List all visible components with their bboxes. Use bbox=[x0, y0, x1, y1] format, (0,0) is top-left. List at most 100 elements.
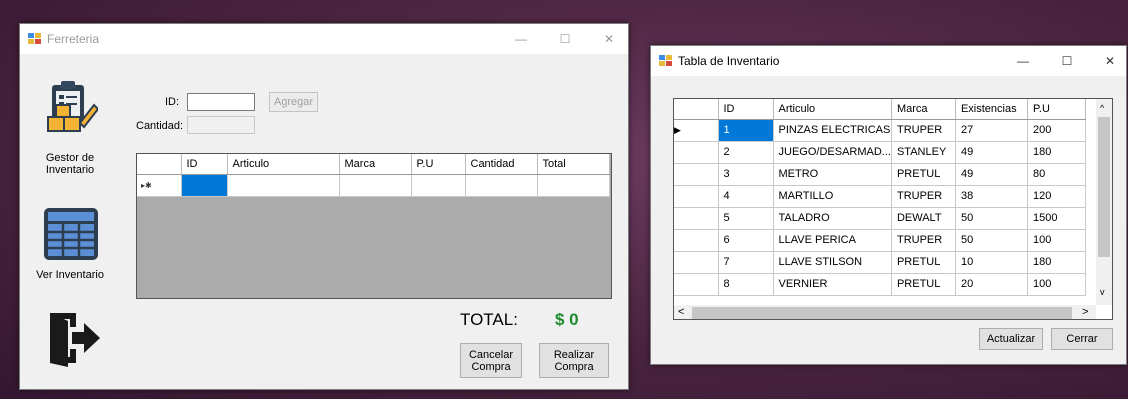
close-button[interactable]: ✕ bbox=[1087, 46, 1128, 76]
inventory-cell-id[interactable]: 4 bbox=[718, 185, 774, 208]
inventory-cell-existencias[interactable]: 38 bbox=[955, 185, 1028, 208]
inventory-row[interactable]: 2 JUEGO/DESARMAD... STANLEY 49 180 bbox=[674, 141, 1086, 164]
cart-col-articulo[interactable]: Articulo bbox=[227, 154, 340, 175]
inventory-grid[interactable]: ID Articulo Marca Existencias P.U ▶ 1 PINZ… bbox=[673, 98, 1113, 320]
cart-new-row[interactable]: ▸✱ bbox=[137, 174, 610, 197]
inventory-cell-pu[interactable]: 180 bbox=[1027, 251, 1086, 274]
inventory-cell-existencias[interactable]: 20 bbox=[955, 273, 1028, 296]
inv-col-existencias[interactable]: Existencias bbox=[955, 99, 1028, 120]
inventory-row[interactable]: 7 LLAVE STILSON PRETUL 10 180 bbox=[674, 251, 1086, 274]
cart-cell-selected[interactable] bbox=[181, 174, 228, 197]
close-inventory-button[interactable]: Cerrar bbox=[1051, 328, 1113, 350]
horizontal-scrollbar[interactable]: < > bbox=[674, 305, 1096, 319]
inventory-cell-existencias[interactable]: 10 bbox=[955, 251, 1028, 274]
cancel-purchase-button[interactable]: Cancelar Compra bbox=[460, 343, 522, 378]
inventory-cell-articulo[interactable]: TALADRO bbox=[773, 207, 892, 230]
inventory-row[interactable]: 8 VERNIER PRETUL 20 100 bbox=[674, 273, 1086, 296]
scroll-left-arrow[interactable]: < bbox=[678, 306, 684, 318]
cart-grid[interactable]: ID Articulo Marca P.U Cantidad Total ▸✱ bbox=[136, 153, 612, 299]
inv-col-marca[interactable]: Marca bbox=[891, 99, 956, 120]
inv-col-id[interactable]: ID bbox=[718, 99, 774, 120]
maximize-button[interactable]: ☐ bbox=[542, 24, 588, 54]
inventory-cell-id[interactable]: 7 bbox=[718, 251, 774, 274]
scroll-thumb[interactable] bbox=[1098, 117, 1110, 257]
inventory-manager-button[interactable]: Gestor de Inventario bbox=[30, 79, 110, 176]
inventory-cell-id[interactable]: 5 bbox=[718, 207, 774, 230]
inventory-cell-pu[interactable]: 100 bbox=[1027, 273, 1086, 296]
vertical-scrollbar[interactable]: ^ v bbox=[1096, 99, 1112, 305]
inventory-cell-marca[interactable]: DEWALT bbox=[891, 207, 956, 230]
inventory-cell-pu[interactable]: 200 bbox=[1027, 119, 1086, 142]
inv-col-pu[interactable]: P.U bbox=[1027, 99, 1086, 120]
inventory-cell-id[interactable]: 3 bbox=[718, 163, 774, 186]
inventory-cell-articulo[interactable]: PINZAS ELECTRICAS bbox=[773, 119, 892, 142]
inventory-cell-articulo[interactable]: LLAVE STILSON bbox=[773, 251, 892, 274]
row-header[interactable] bbox=[674, 163, 719, 186]
row-header[interactable] bbox=[674, 273, 719, 296]
cart-cell[interactable] bbox=[411, 174, 466, 197]
inventory-cell-pu[interactable]: 100 bbox=[1027, 229, 1086, 252]
cart-col-total[interactable]: Total bbox=[537, 154, 610, 175]
inventory-cell-existencias[interactable]: 49 bbox=[955, 163, 1028, 186]
inventory-cell-id[interactable]: 8 bbox=[718, 273, 774, 296]
add-button[interactable]: Agregar bbox=[269, 92, 318, 112]
cart-cell[interactable] bbox=[339, 174, 412, 197]
row-header[interactable] bbox=[674, 251, 719, 274]
inventory-cell-id[interactable]: 1 bbox=[718, 119, 774, 142]
scroll-down-arrow[interactable]: v bbox=[1100, 287, 1105, 297]
inventory-cell-existencias[interactable]: 49 bbox=[955, 141, 1028, 164]
cart-cell[interactable] bbox=[537, 174, 610, 197]
row-header[interactable]: ▶ bbox=[674, 119, 719, 142]
row-header[interactable] bbox=[674, 141, 719, 164]
quantity-input[interactable] bbox=[187, 116, 255, 134]
inventory-cell-articulo[interactable]: LLAVE PERICA bbox=[773, 229, 892, 252]
inventory-cell-articulo[interactable]: JUEGO/DESARMAD... bbox=[773, 141, 892, 164]
row-header[interactable] bbox=[674, 207, 719, 230]
inventory-cell-marca[interactable]: TRUPER bbox=[891, 119, 956, 142]
minimize-button[interactable]: — bbox=[498, 24, 544, 54]
inventory-cell-existencias[interactable]: 50 bbox=[955, 207, 1028, 230]
inventory-cell-articulo[interactable]: METRO bbox=[773, 163, 892, 186]
cart-col-id[interactable]: ID bbox=[181, 154, 228, 175]
cart-cell[interactable] bbox=[465, 174, 538, 197]
inventory-cell-articulo[interactable]: MARTILLO bbox=[773, 185, 892, 208]
cart-col-pu[interactable]: P.U bbox=[411, 154, 466, 175]
maximize-button[interactable]: ☐ bbox=[1044, 46, 1090, 76]
row-header[interactable] bbox=[674, 229, 719, 252]
inventory-row[interactable]: ▶ 1 PINZAS ELECTRICAS TRUPER 27 200 bbox=[674, 119, 1086, 142]
exit-door-icon[interactable] bbox=[46, 309, 102, 367]
inventory-row[interactable]: 6 LLAVE PERICA TRUPER 50 100 bbox=[674, 229, 1086, 252]
inventory-cell-existencias[interactable]: 50 bbox=[955, 229, 1028, 252]
cart-cell[interactable] bbox=[227, 174, 340, 197]
id-input[interactable] bbox=[187, 93, 255, 111]
inventory-cell-existencias[interactable]: 27 bbox=[955, 119, 1028, 142]
inventory-cell-marca[interactable]: TRUPER bbox=[891, 229, 956, 252]
checkout-button[interactable]: Realizar Compra bbox=[539, 343, 609, 378]
inventory-cell-marca[interactable]: PRETUL bbox=[891, 251, 956, 274]
inventory-cell-pu[interactable]: 1500 bbox=[1027, 207, 1086, 230]
inventory-cell-pu[interactable]: 180 bbox=[1027, 141, 1086, 164]
cart-col-marca[interactable]: Marca bbox=[339, 154, 412, 175]
scroll-right-arrow[interactable]: > bbox=[1082, 306, 1088, 318]
minimize-button[interactable]: — bbox=[1000, 46, 1046, 76]
inventory-cell-marca[interactable]: STANLEY bbox=[891, 141, 956, 164]
scroll-thumb-horizontal[interactable] bbox=[692, 307, 1072, 319]
inventory-row[interactable]: 5 TALADRO DEWALT 50 1500 bbox=[674, 207, 1086, 230]
inventory-cell-pu[interactable]: 120 bbox=[1027, 185, 1086, 208]
inventory-cell-marca[interactable]: PRETUL bbox=[891, 163, 956, 186]
view-inventory-button[interactable]: Ver Inventario bbox=[30, 204, 110, 284]
refresh-button[interactable]: Actualizar bbox=[979, 328, 1043, 350]
inv-col-articulo[interactable]: Articulo bbox=[773, 99, 892, 120]
inventory-cell-pu[interactable]: 80 bbox=[1027, 163, 1086, 186]
inventory-row[interactable]: 4 MARTILLO TRUPER 38 120 bbox=[674, 185, 1086, 208]
inventory-row[interactable]: 3 METRO PRETUL 49 80 bbox=[674, 163, 1086, 186]
row-header[interactable] bbox=[674, 185, 719, 208]
scroll-up-arrow[interactable]: ^ bbox=[1100, 103, 1104, 113]
inventory-cell-marca[interactable]: PRETUL bbox=[891, 273, 956, 296]
cart-col-cantidad[interactable]: Cantidad bbox=[465, 154, 538, 175]
inventory-cell-id[interactable]: 2 bbox=[718, 141, 774, 164]
inventory-cell-marca[interactable]: TRUPER bbox=[891, 185, 956, 208]
inventory-cell-articulo[interactable]: VERNIER bbox=[773, 273, 892, 296]
inventory-cell-id[interactable]: 6 bbox=[718, 229, 774, 252]
close-button[interactable]: ✕ bbox=[586, 24, 632, 54]
